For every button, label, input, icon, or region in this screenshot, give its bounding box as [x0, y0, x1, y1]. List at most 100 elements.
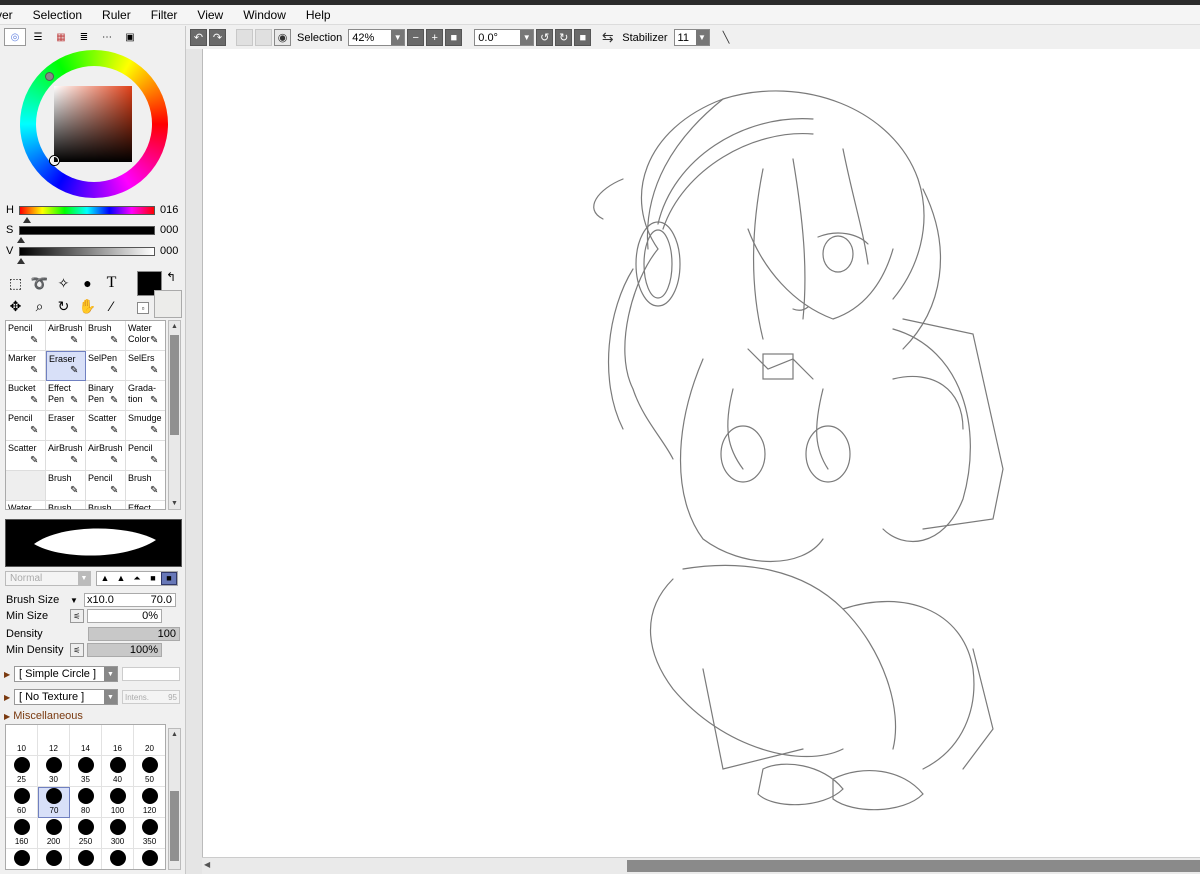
shape-param-field[interactable] — [122, 667, 180, 681]
size-preset-300[interactable]: 300 — [102, 818, 134, 849]
scroll-thumb[interactable] — [170, 791, 179, 861]
menu-help[interactable]: Help — [306, 8, 331, 22]
zoom-reset-button[interactable]: ■ — [445, 29, 463, 46]
palette-tab-icon[interactable]: ▦ — [50, 28, 72, 46]
blend-mode-select[interactable]: Normal ▼ — [5, 570, 91, 586]
horizontal-scroll-thumb[interactable] — [627, 860, 1200, 872]
size-preset-600[interactable]: 600 — [102, 849, 134, 869]
straight-line-icon[interactable]: ╲ — [718, 29, 735, 46]
brush-tool-bucket[interactable]: Bucket ✎ — [6, 381, 46, 411]
size-preset-350[interactable]: 350 — [134, 818, 165, 849]
menu-layer[interactable]: ver — [0, 8, 13, 22]
move-icon[interactable]: ✥ — [4, 295, 27, 317]
hue-slider[interactable] — [19, 205, 155, 223]
brush-tool-selers[interactable]: SelErs ✎ — [126, 351, 165, 381]
horizontal-scrollbar[interactable]: ◀ — [202, 857, 1200, 874]
size-preset-160[interactable]: 160 — [6, 818, 38, 849]
size-preset-35[interactable]: 35 — [70, 756, 102, 787]
size-preset-500[interactable]: 500 — [70, 849, 102, 869]
size-preset-120[interactable]: 120 — [134, 787, 165, 818]
scroll-down-icon[interactable]: ▼ — [169, 498, 180, 509]
rotation-select[interactable]: 0.0° ▼ — [474, 29, 535, 46]
menu-window[interactable]: Window — [243, 8, 286, 22]
menu-view[interactable]: View — [197, 8, 223, 22]
shape-dome-icon[interactable]: ⏶ — [129, 572, 145, 585]
size-preset-12[interactable]: 12 — [38, 725, 70, 756]
size-preset-200[interactable]: 200 — [38, 818, 70, 849]
size-preset-400[interactable]: 400 — [6, 849, 38, 869]
magic-wand-icon[interactable]: ✧ — [52, 272, 75, 294]
swap-colors-icon[interactable]: ↰ — [166, 270, 176, 284]
texture-select[interactable]: [ No Texture ] ▼ — [14, 689, 118, 705]
shape-round-icon[interactable]: ▲ — [113, 572, 129, 585]
shape-sharp-icon[interactable]: ▲ — [97, 572, 113, 585]
brush-tool-eraser[interactable]: Eraser ✎ — [46, 411, 86, 441]
min-size-field[interactable]: 0% — [87, 609, 162, 623]
scroll-thumb[interactable] — [170, 335, 179, 435]
brush-size-multiplier[interactable]: x10.0 — [87, 594, 114, 606]
brush-tool-empty[interactable] — [6, 471, 46, 501]
brush-tool-water-color[interactable]: Water Color ✎ — [126, 321, 165, 351]
expand-arrow-icon[interactable]: ▶ — [4, 693, 14, 702]
brush-tool-brush[interactable]: Brush ✎ — [86, 321, 126, 351]
brush-tool-pencil[interactable]: Pencil ✎ — [6, 321, 46, 351]
undo-button[interactable]: ↶ — [190, 29, 207, 46]
pressure-icon[interactable]: ⚟ — [70, 609, 84, 623]
saturation-slider-handle[interactable] — [17, 236, 25, 243]
swatches-tab-icon[interactable]: ≣ — [73, 28, 95, 46]
size-preset-25[interactable]: 25 — [6, 756, 38, 787]
size-preset-14[interactable]: 14 — [70, 725, 102, 756]
zoom-select[interactable]: 42% ▼ — [348, 29, 406, 46]
rotate-icon[interactable]: ↻ — [52, 295, 75, 317]
texture-intensity-field[interactable]: Intens. 95 — [122, 690, 180, 704]
scroll-left-icon[interactable]: ◀ — [204, 860, 216, 872]
brush-tool-eraser[interactable]: Eraser ✎ — [46, 351, 86, 381]
brush-size-field[interactable]: x10.0 70.0 — [84, 593, 176, 607]
text-tool-icon[interactable]: T — [100, 272, 123, 294]
brush-tool-airbrush[interactable]: AirBrush ✎ — [46, 321, 86, 351]
chevron-down-icon[interactable]: ▼ — [70, 596, 84, 605]
brush-tool-brush[interactable]: Brush — [46, 501, 86, 509]
size-preset-700[interactable]: 700 — [134, 849, 165, 869]
menu-filter[interactable]: Filter — [151, 8, 178, 22]
min-density-slider[interactable]: 100% — [87, 643, 162, 657]
rotate-cw-button[interactable]: ↻ — [555, 29, 573, 46]
brush-shape-select[interactable]: [ Simple Circle ] ▼ — [14, 666, 118, 682]
rotate-reset-button[interactable]: ■ — [574, 29, 592, 46]
size-preset-450[interactable]: 450 — [38, 849, 70, 869]
eyedropper-icon[interactable]: ⁄ — [100, 295, 123, 317]
menu-selection[interactable]: Selection — [33, 8, 82, 22]
brush-tool-brush[interactable]: Brush ✎ — [46, 471, 86, 501]
brush-tool-airbrush[interactable]: AirBrush ✎ — [86, 441, 126, 471]
shape-square-icon[interactable]: ■ — [161, 571, 177, 585]
brush-tool-pencil[interactable]: Pencil ✎ — [6, 411, 46, 441]
menu-ruler[interactable]: Ruler — [102, 8, 131, 22]
select-pen-icon[interactable]: ● — [76, 272, 99, 294]
size-preset-250[interactable]: 250 — [70, 818, 102, 849]
rect-select-icon[interactable]: ⬚ — [4, 272, 27, 294]
density-slider[interactable]: 100 — [88, 627, 180, 641]
brush-tool-water[interactable]: Water — [6, 501, 46, 509]
value-slider-handle[interactable] — [17, 257, 25, 264]
scroll-up-icon[interactable]: ▲ — [169, 729, 180, 740]
color-wheel-tab-icon[interactable]: ◎ — [4, 28, 26, 46]
stabilizer-select[interactable]: 11 ▼ — [673, 29, 710, 46]
size-preset-80[interactable]: 80 — [70, 787, 102, 818]
brush-tool-effect-pen[interactable]: Effect Pen ✎ — [46, 381, 86, 411]
miscellaneous-section[interactable]: ▶ Miscellaneous — [4, 710, 83, 722]
size-preset-70[interactable]: 70 — [38, 787, 70, 818]
invert-selection-button[interactable] — [255, 29, 272, 46]
hue-marker[interactable] — [45, 72, 54, 81]
shape-flat-icon[interactable]: ■ — [145, 572, 161, 585]
drawing-canvas[interactable] — [202, 49, 1200, 857]
size-preset-60[interactable]: 60 — [6, 787, 38, 818]
brush-tool-scatter[interactable]: Scatter ✎ — [6, 441, 46, 471]
size-preset-40[interactable]: 40 — [102, 756, 134, 787]
hand-icon[interactable]: ✋ — [76, 295, 99, 317]
brush-tool-scatter[interactable]: Scatter ✎ — [86, 411, 126, 441]
zoom-in-button[interactable]: + — [426, 29, 444, 46]
size-preset-50[interactable]: 50 — [134, 756, 165, 787]
brush-tool-selpen[interactable]: SelPen ✎ — [86, 351, 126, 381]
brush-tool-pencil[interactable]: Pencil ✎ — [126, 441, 165, 471]
zoom-out-button[interactable]: − — [407, 29, 425, 46]
